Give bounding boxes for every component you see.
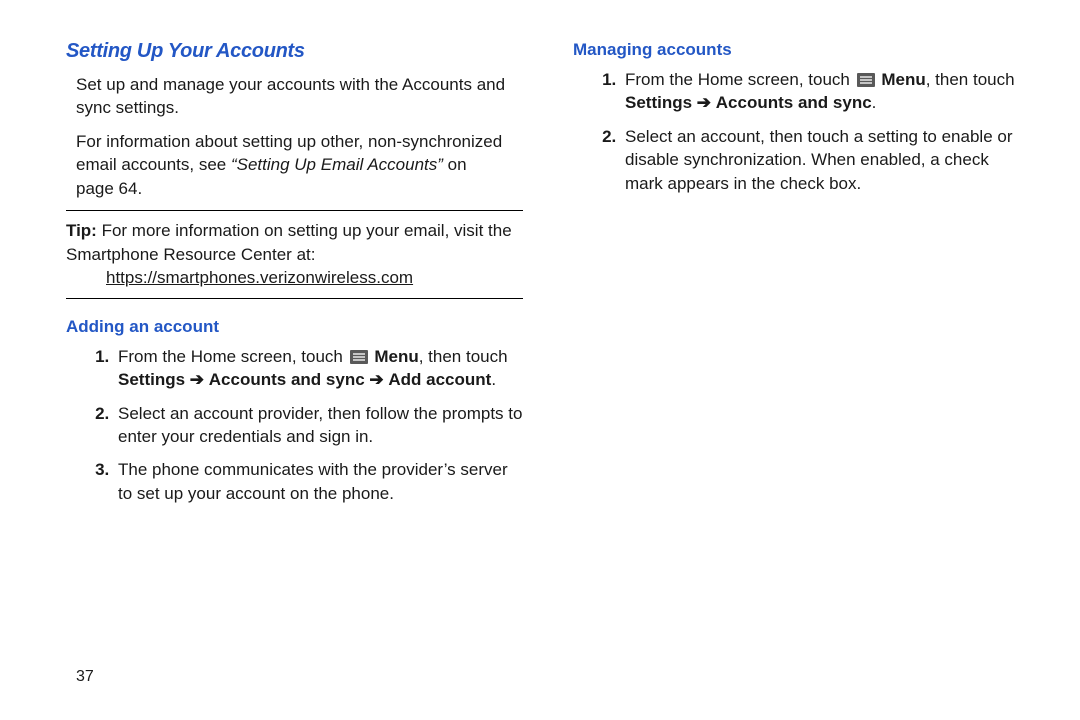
page-number: 37: [76, 668, 94, 686]
arrow-icon: ➔: [697, 93, 711, 112]
text-fragment: From the Home screen, touch: [625, 70, 855, 89]
tip-block: Tip: For more information on setting up …: [66, 210, 523, 298]
cross-reference: “Setting Up Email Accounts”: [231, 155, 443, 174]
step-3: The phone communicates with the provider…: [114, 458, 523, 505]
nav-path-accounts: Accounts and sync: [209, 370, 365, 389]
step-1: From the Home screen, touch Menu, then t…: [621, 68, 1030, 115]
text-fragment: , then touch: [419, 347, 508, 366]
intro-paragraph-1: Set up and manage your accounts with the…: [66, 73, 523, 120]
text-fragment: , then touch: [926, 70, 1015, 89]
managing-steps: From the Home screen, touch Menu, then t…: [573, 68, 1030, 195]
tip-text: For more information on setting up your …: [66, 221, 512, 263]
text-fragment: .: [872, 93, 877, 112]
menu-label: Menu: [374, 347, 418, 366]
nav-path-settings: Settings: [625, 93, 692, 112]
nav-path-accounts: Accounts and sync: [716, 93, 872, 112]
nav-path-settings: Settings: [118, 370, 185, 389]
step-1: From the Home screen, touch Menu, then t…: [114, 345, 523, 392]
section-title: Setting Up Your Accounts: [66, 40, 523, 63]
sub-heading-adding: Adding an account: [66, 317, 523, 337]
left-column: Setting Up Your Accounts Set up and mana…: [66, 40, 523, 720]
right-column: Managing accounts From the Home screen, …: [573, 40, 1030, 720]
tip-link[interactable]: https://smartphones.verizonwireless.com: [106, 268, 413, 287]
arrow-icon: ➔: [369, 370, 383, 389]
step-2: Select an account provider, then follow …: [114, 402, 523, 449]
menu-icon: [350, 350, 368, 364]
tip-label: Tip:: [66, 221, 97, 240]
step-2: Select an account, then touch a setting …: [621, 125, 1030, 195]
menu-label: Menu: [881, 70, 925, 89]
text-fragment: From the Home screen, touch: [118, 347, 348, 366]
sub-heading-managing: Managing accounts: [573, 40, 1030, 60]
intro-paragraph-2: For information about setting up other, …: [66, 130, 523, 200]
text-fragment: .: [491, 370, 496, 389]
nav-path-add: Add account: [388, 370, 491, 389]
arrow-icon: ➔: [190, 370, 204, 389]
menu-icon: [857, 73, 875, 87]
adding-steps: From the Home screen, touch Menu, then t…: [66, 345, 523, 506]
